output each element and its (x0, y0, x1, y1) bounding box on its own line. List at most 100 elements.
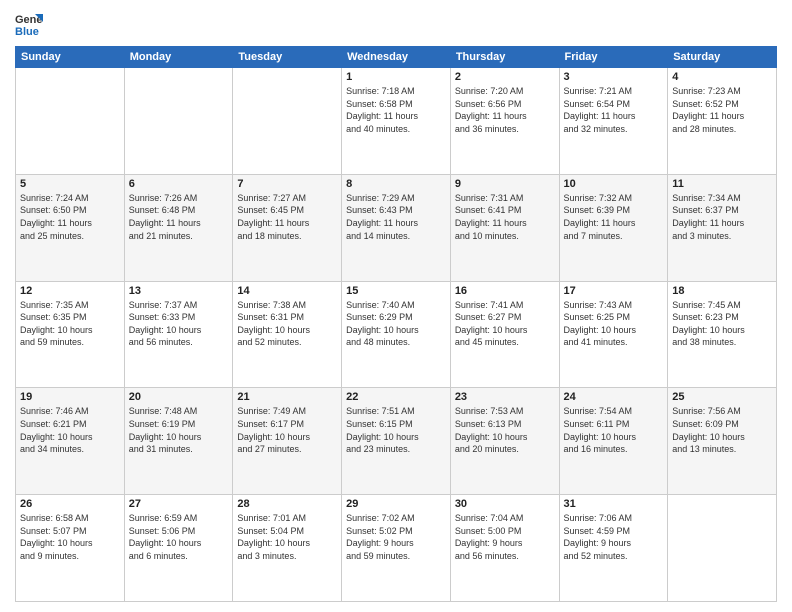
header: General Blue (15, 10, 777, 38)
day-info: Sunrise: 7:01 AM Sunset: 5:04 PM Dayligh… (237, 512, 337, 562)
day-cell: 9 Sunrise: 7:31 AM Sunset: 6:41 PM Daylig… (450, 174, 559, 281)
day-cell: 17 Sunrise: 7:43 AM Sunset: 6:25 PM Dayli… (559, 281, 668, 388)
day-cell: 22 Sunrise: 7:51 AM Sunset: 6:15 PM Dayli… (342, 388, 451, 495)
day-number: 15 (346, 285, 446, 297)
day-number: 26 (20, 498, 120, 510)
day-info: Sunrise: 7:04 AM Sunset: 5:00 PM Dayligh… (455, 512, 555, 562)
day-info: Sunrise: 7:34 AM Sunset: 6:37 PM Dayligh… (672, 192, 772, 242)
day-cell: 5Sunrise: 7:24 AM Sunset: 6:50 PM Daylig… (16, 174, 125, 281)
weekday-header-row: SundayMondayTuesdayWednesdayThursdayFrid… (16, 47, 777, 68)
day-cell: 8 Sunrise: 7:29 AM Sunset: 6:43 PM Daylig… (342, 174, 451, 281)
day-info: Sunrise: 7:18 AM Sunset: 6:58 PM Dayligh… (346, 85, 446, 135)
day-number: 21 (237, 391, 337, 403)
week-row-1: 1 Sunrise: 7:18 AM Sunset: 6:58 PM Daylig… (16, 68, 777, 175)
day-number: 22 (346, 391, 446, 403)
day-cell: 26 Sunrise: 6:58 AM Sunset: 5:07 PM Dayli… (16, 495, 125, 602)
day-cell: 10 Sunrise: 7:32 AM Sunset: 6:39 PM Dayli… (559, 174, 668, 281)
day-number: 1 (346, 71, 446, 83)
day-number: 11 (672, 178, 772, 190)
day-number: 2 (455, 71, 555, 83)
day-info: Sunrise: 7:40 AM Sunset: 6:29 PM Dayligh… (346, 299, 446, 349)
day-info: Sunrise: 6:59 AM Sunset: 5:06 PM Dayligh… (129, 512, 229, 562)
weekday-header-friday: Friday (559, 47, 668, 68)
page: General Blue SundayMondayTuesdayWednesda… (0, 0, 792, 612)
day-cell: 24Sunrise: 7:54 AM Sunset: 6:11 PM Dayli… (559, 388, 668, 495)
day-cell: 29 Sunrise: 7:02 AM Sunset: 5:02 PM Dayli… (342, 495, 451, 602)
day-info: Sunrise: 7:20 AM Sunset: 6:56 PM Dayligh… (455, 85, 555, 135)
weekday-header-wednesday: Wednesday (342, 47, 451, 68)
day-number: 24 (564, 391, 664, 403)
day-number: 31 (564, 498, 664, 510)
day-info: Sunrise: 7:49 AM Sunset: 6:17 PM Dayligh… (237, 405, 337, 455)
day-number: 28 (237, 498, 337, 510)
day-info: Sunrise: 7:38 AM Sunset: 6:31 PM Dayligh… (237, 299, 337, 349)
day-number: 27 (129, 498, 229, 510)
day-cell (668, 495, 777, 602)
day-info: Sunrise: 6:58 AM Sunset: 5:07 PM Dayligh… (20, 512, 120, 562)
day-info: Sunrise: 7:21 AM Sunset: 6:54 PM Dayligh… (564, 85, 664, 135)
day-info: Sunrise: 7:27 AM Sunset: 6:45 PM Dayligh… (237, 192, 337, 242)
day-info: Sunrise: 7:37 AM Sunset: 6:33 PM Dayligh… (129, 299, 229, 349)
day-number: 8 (346, 178, 446, 190)
day-cell: 31 Sunrise: 7:06 AM Sunset: 4:59 PM Dayli… (559, 495, 668, 602)
day-number: 10 (564, 178, 664, 190)
logo: General Blue (15, 10, 43, 38)
day-number: 25 (672, 391, 772, 403)
day-number: 4 (672, 71, 772, 83)
day-info: Sunrise: 7:06 AM Sunset: 4:59 PM Dayligh… (564, 512, 664, 562)
day-info: Sunrise: 7:51 AM Sunset: 6:15 PM Dayligh… (346, 405, 446, 455)
day-info: Sunrise: 7:32 AM Sunset: 6:39 PM Dayligh… (564, 192, 664, 242)
day-info: Sunrise: 7:29 AM Sunset: 6:43 PM Dayligh… (346, 192, 446, 242)
day-cell: 3 Sunrise: 7:21 AM Sunset: 6:54 PM Daylig… (559, 68, 668, 175)
week-row-2: 5Sunrise: 7:24 AM Sunset: 6:50 PM Daylig… (16, 174, 777, 281)
weekday-header-saturday: Saturday (668, 47, 777, 68)
day-info: Sunrise: 7:41 AM Sunset: 6:27 PM Dayligh… (455, 299, 555, 349)
weekday-header-tuesday: Tuesday (233, 47, 342, 68)
day-cell (233, 68, 342, 175)
day-cell: 23 Sunrise: 7:53 AM Sunset: 6:13 PM Dayli… (450, 388, 559, 495)
day-info: Sunrise: 7:45 AM Sunset: 6:23 PM Dayligh… (672, 299, 772, 349)
day-cell: 20 Sunrise: 7:48 AM Sunset: 6:19 PM Dayli… (124, 388, 233, 495)
day-number: 7 (237, 178, 337, 190)
day-cell: 12 Sunrise: 7:35 AM Sunset: 6:35 PM Dayli… (16, 281, 125, 388)
day-number: 5 (20, 178, 120, 190)
day-info: Sunrise: 7:23 AM Sunset: 6:52 PM Dayligh… (672, 85, 772, 135)
day-info: Sunrise: 7:26 AM Sunset: 6:48 PM Dayligh… (129, 192, 229, 242)
weekday-header-monday: Monday (124, 47, 233, 68)
day-cell: 11 Sunrise: 7:34 AM Sunset: 6:37 PM Dayli… (668, 174, 777, 281)
day-number: 23 (455, 391, 555, 403)
weekday-header-thursday: Thursday (450, 47, 559, 68)
day-info: Sunrise: 7:43 AM Sunset: 6:25 PM Dayligh… (564, 299, 664, 349)
day-number: 12 (20, 285, 120, 297)
day-number: 30 (455, 498, 555, 510)
day-cell: 19Sunrise: 7:46 AM Sunset: 6:21 PM Dayli… (16, 388, 125, 495)
day-number: 9 (455, 178, 555, 190)
day-cell: 27 Sunrise: 6:59 AM Sunset: 5:06 PM Dayli… (124, 495, 233, 602)
day-cell: 14 Sunrise: 7:38 AM Sunset: 6:31 PM Dayli… (233, 281, 342, 388)
day-number: 13 (129, 285, 229, 297)
day-number: 17 (564, 285, 664, 297)
day-cell: 30 Sunrise: 7:04 AM Sunset: 5:00 PM Dayli… (450, 495, 559, 602)
day-number: 29 (346, 498, 446, 510)
day-cell: 28 Sunrise: 7:01 AM Sunset: 5:04 PM Dayli… (233, 495, 342, 602)
day-cell: 6Sunrise: 7:26 AM Sunset: 6:48 PM Daylig… (124, 174, 233, 281)
day-info: Sunrise: 7:02 AM Sunset: 5:02 PM Dayligh… (346, 512, 446, 562)
day-number: 20 (129, 391, 229, 403)
day-info: Sunrise: 7:31 AM Sunset: 6:41 PM Dayligh… (455, 192, 555, 242)
day-number: 14 (237, 285, 337, 297)
day-cell: 1 Sunrise: 7:18 AM Sunset: 6:58 PM Daylig… (342, 68, 451, 175)
weekday-header-sunday: Sunday (16, 47, 125, 68)
day-info: Sunrise: 7:48 AM Sunset: 6:19 PM Dayligh… (129, 405, 229, 455)
day-number: 19 (20, 391, 120, 403)
logo-icon: General Blue (15, 10, 43, 38)
day-cell: 18 Sunrise: 7:45 AM Sunset: 6:23 PM Dayli… (668, 281, 777, 388)
day-info: Sunrise: 7:35 AM Sunset: 6:35 PM Dayligh… (20, 299, 120, 349)
day-cell: 13 Sunrise: 7:37 AM Sunset: 6:33 PM Dayli… (124, 281, 233, 388)
day-cell: 7 Sunrise: 7:27 AM Sunset: 6:45 PM Daylig… (233, 174, 342, 281)
day-number: 18 (672, 285, 772, 297)
day-number: 3 (564, 71, 664, 83)
day-cell: 21 Sunrise: 7:49 AM Sunset: 6:17 PM Dayli… (233, 388, 342, 495)
day-cell (16, 68, 125, 175)
day-info: Sunrise: 7:53 AM Sunset: 6:13 PM Dayligh… (455, 405, 555, 455)
day-cell: 25Sunrise: 7:56 AM Sunset: 6:09 PM Dayli… (668, 388, 777, 495)
